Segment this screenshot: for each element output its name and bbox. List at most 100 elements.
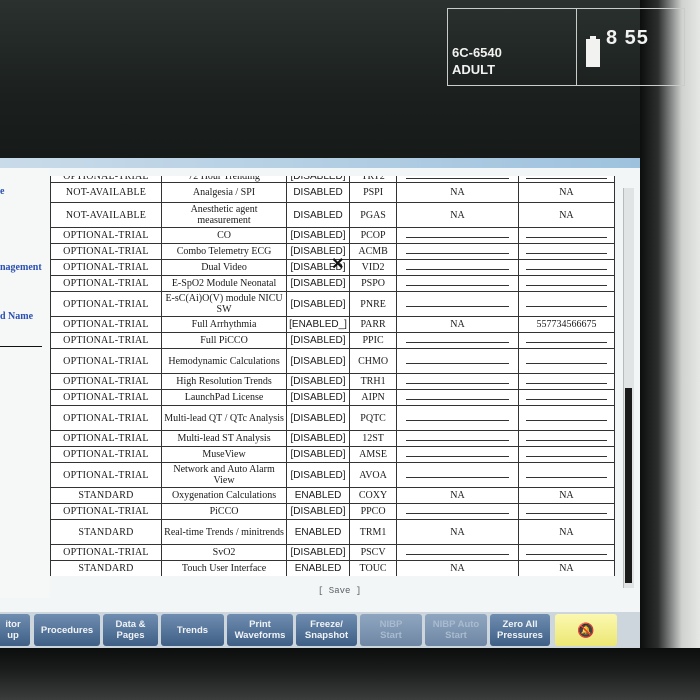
license-value-cell[interactable]: [517, 332, 615, 349]
table-row[interactable]: OPTIONAL-TRIAL High Resolution Trends [DIS…: [50, 373, 615, 390]
license-key-cell[interactable]: [396, 389, 519, 406]
enable-state-cell[interactable]: ENABLED: [286, 487, 350, 504]
enable-state-cell[interactable]: [DISABLED]: [286, 373, 350, 390]
license-key-cell[interactable]: [396, 176, 519, 183]
license-key-cell[interactable]: NA: [396, 202, 519, 228]
table-row[interactable]: STANDARD Oxygenation Calculations ENABLED C…: [50, 487, 615, 504]
license-value-cell[interactable]: [517, 176, 615, 183]
license-key-cell[interactable]: [396, 373, 519, 390]
monitor-setup-button[interactable]: itor up: [0, 614, 30, 646]
license-value-cell[interactable]: [517, 544, 615, 561]
license-key-cell[interactable]: NA: [396, 316, 519, 333]
table-row[interactable]: OPTIONAL-TRIAL E-sC(Ai)O(V) module NICU S…: [50, 291, 615, 317]
enable-state-cell[interactable]: [DISABLED]: [286, 176, 350, 183]
license-value-cell[interactable]: [517, 291, 615, 317]
table-row[interactable]: OPTIONAL-TRIAL Network and Auto Alarm Vie…: [50, 462, 615, 488]
table-row[interactable]: STANDARD Real-time Trends / minitrends ENA…: [50, 519, 615, 545]
save-button[interactable]: [ Save ]: [318, 586, 361, 596]
enable-state-cell[interactable]: DISABLED: [286, 202, 350, 228]
license-key-cell[interactable]: [396, 462, 519, 488]
license-value-cell[interactable]: [517, 462, 615, 488]
license-key-cell[interactable]: [396, 348, 519, 374]
license-key-cell[interactable]: NA: [396, 487, 519, 504]
enable-state-cell[interactable]: [DISABLED]: [286, 544, 350, 561]
nibp-auto-button[interactable]: NIBP Auto Start: [425, 614, 487, 646]
alarm-silence-button[interactable]: 🔕: [555, 614, 617, 646]
enable-state-cell[interactable]: [DISABLED]: [286, 332, 350, 349]
license-key-cell[interactable]: [396, 227, 519, 244]
enable-state-cell[interactable]: [DISABLED]: [286, 462, 350, 488]
license-key-cell[interactable]: [396, 405, 519, 431]
license-key-cell[interactable]: [396, 291, 519, 317]
table-row[interactable]: OPTIONAL-TRIAL Multi-lead ST Analysis [DIS…: [50, 430, 615, 447]
table-scrollbar[interactable]: [623, 188, 634, 588]
left-menu-item-management[interactable]: nagement: [0, 262, 42, 273]
table-row[interactable]: OPTIONAL-TRIAL E-SpO2 Module Neonatal [DIS…: [50, 275, 615, 292]
license-key-cell[interactable]: [396, 503, 519, 520]
enable-state-cell[interactable]: [DISABLED]: [286, 348, 350, 374]
enable-state-cell[interactable]: [DISABLED]: [286, 503, 350, 520]
table-row[interactable]: OPTIONAL-TRIAL 72 Hour Trending [DISABLED]…: [50, 176, 615, 183]
license-value-cell[interactable]: [517, 430, 615, 447]
enable-state-cell[interactable]: [DISABLED]: [286, 227, 350, 244]
license-value-cell[interactable]: [517, 446, 615, 463]
table-row[interactable]: OPTIONAL-TRIAL Hemodynamic Calculations [D…: [50, 348, 615, 374]
license-key-cell[interactable]: NA: [396, 519, 519, 545]
license-key-cell[interactable]: NA: [396, 182, 519, 203]
license-key-cell[interactable]: [396, 243, 519, 260]
license-value-cell[interactable]: NA: [517, 182, 615, 203]
license-key-cell[interactable]: [396, 544, 519, 561]
enable-state-cell[interactable]: [ENABLED_]: [286, 316, 350, 333]
license-value-cell[interactable]: [517, 405, 615, 431]
license-value-cell[interactable]: [517, 275, 615, 292]
procedures-button[interactable]: Procedures: [34, 614, 100, 646]
table-row[interactable]: OPTIONAL-TRIAL PiCCO [DISABLED] PPCO: [50, 503, 615, 520]
license-key-cell[interactable]: [396, 275, 519, 292]
print-waveforms-button[interactable]: Print Waveforms: [227, 614, 293, 646]
enable-state-cell[interactable]: [DISABLED]: [286, 389, 350, 406]
enable-state-cell[interactable]: DISABLED: [286, 182, 350, 203]
license-key-cell[interactable]: [396, 332, 519, 349]
license-value-cell[interactable]: [517, 243, 615, 260]
data-pages-button[interactable]: Data & Pages: [103, 614, 158, 646]
license-value-cell[interactable]: [517, 259, 615, 276]
license-value-cell[interactable]: 557734566675: [517, 316, 615, 333]
license-value-cell[interactable]: NA: [517, 560, 615, 576]
table-row[interactable]: OPTIONAL-TRIAL MuseView [DISABLED] AMSE: [50, 446, 615, 463]
license-value-cell[interactable]: NA: [517, 487, 615, 504]
enable-state-cell[interactable]: [DISABLED]: [286, 430, 350, 447]
left-menu-item-0[interactable]: e: [0, 186, 4, 197]
left-menu-item-name[interactable]: d Name: [0, 311, 33, 322]
enable-state-cell[interactable]: [DISABLED]: [286, 275, 350, 292]
license-value-cell[interactable]: [517, 348, 615, 374]
table-row[interactable]: STANDARD Touch User Interface ENABLED TOUC N…: [50, 560, 615, 576]
license-value-cell[interactable]: NA: [517, 519, 615, 545]
license-key-cell[interactable]: NA: [396, 560, 519, 576]
table-row[interactable]: OPTIONAL-TRIAL Full Arrhythmia [ENABLED_] P…: [50, 316, 615, 333]
license-key-cell[interactable]: [396, 446, 519, 463]
enable-state-cell[interactable]: ENABLED: [286, 560, 350, 576]
freeze-snapshot-button[interactable]: Freeze/ Snapshot: [296, 614, 357, 646]
license-key-cell[interactable]: [396, 259, 519, 276]
license-value-cell[interactable]: [517, 503, 615, 520]
enable-state-cell[interactable]: [DISABLED]: [286, 291, 350, 317]
nibp-start-button[interactable]: NIBP Start: [360, 614, 422, 646]
table-row[interactable]: OPTIONAL-TRIAL CO [DISABLED] PCOP: [50, 227, 615, 244]
table-row[interactable]: OPTIONAL-TRIAL SvO2 [DISABLED] PSCV: [50, 544, 615, 561]
scrollbar-thumb[interactable]: [625, 388, 632, 583]
license-value-cell[interactable]: [517, 227, 615, 244]
enable-state-cell[interactable]: [DISABLED]: [286, 405, 350, 431]
trends-button[interactable]: Trends: [161, 614, 224, 646]
enable-state-cell[interactable]: [DISABLED]: [286, 446, 350, 463]
table-row[interactable]: NOT-AVAILABLE Anesthetic agent measuremen…: [50, 202, 615, 228]
license-value-cell[interactable]: NA: [517, 202, 615, 228]
table-row[interactable]: OPTIONAL-TRIAL LaunchPad License [DISABLED…: [50, 389, 615, 406]
enable-state-cell[interactable]: ENABLED: [286, 519, 350, 545]
table-row[interactable]: NOT-AVAILABLE Analgesia / SPI DISABLED PSPI…: [50, 182, 615, 203]
table-row[interactable]: OPTIONAL-TRIAL Multi-lead QT / QTc Analys…: [50, 405, 615, 431]
zero-pressures-button[interactable]: Zero All Pressures: [490, 614, 550, 646]
patient-info-box[interactable]: 6C-6540 ADULT 8 55: [447, 8, 685, 86]
table-row[interactable]: OPTIONAL-TRIAL Full PiCCO [DISABLED] PPIC: [50, 332, 615, 349]
license-value-cell[interactable]: [517, 373, 615, 390]
license-key-cell[interactable]: [396, 430, 519, 447]
